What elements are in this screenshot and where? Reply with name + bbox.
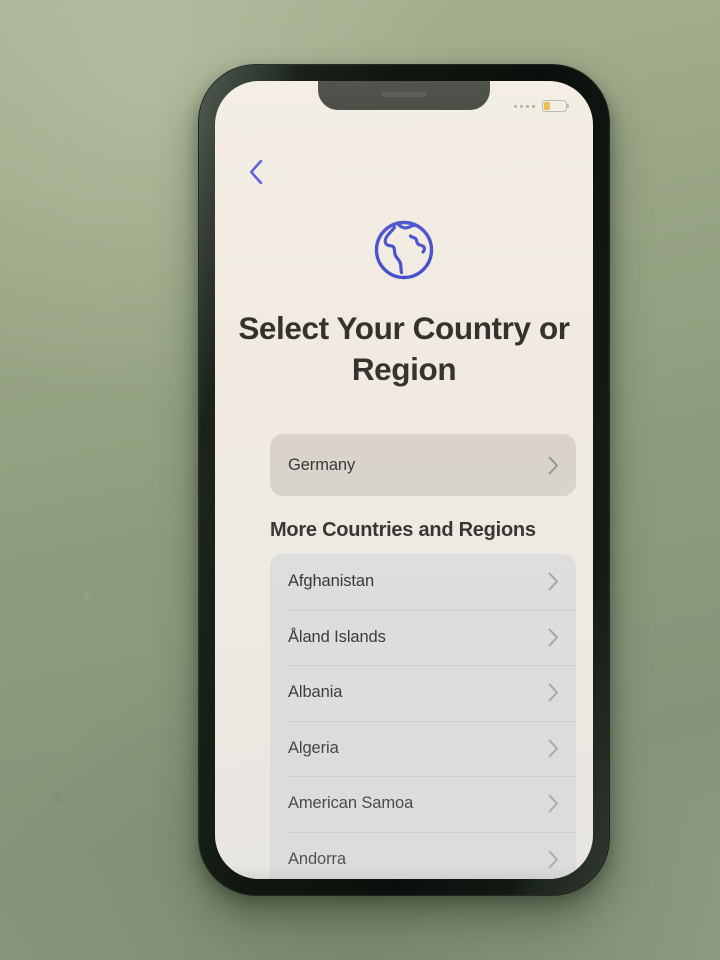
chevron-right-icon [548, 683, 559, 702]
selected-country-label: Germany [288, 455, 356, 474]
country-label: American Samoa [288, 794, 414, 813]
globe-icon [368, 214, 440, 286]
battery-icon [542, 100, 570, 112]
selected-country-row[interactable]: Germany [270, 434, 576, 496]
section-header: More Countries and Regions [270, 519, 536, 541]
country-label: Algeria [288, 738, 339, 757]
display-notch [318, 81, 490, 110]
back-button[interactable] [243, 159, 269, 185]
phone-device: Select Your Country or Region Germany Mo… [198, 64, 610, 896]
battery-fill [544, 102, 550, 110]
chevron-right-icon [548, 572, 559, 591]
list-item[interactable]: Albania [270, 665, 576, 721]
chevron-right-icon [548, 739, 559, 758]
photo-scene: Select Your Country or Region Germany Mo… [0, 0, 720, 960]
phone-screen: Select Your Country or Region Germany Mo… [215, 81, 593, 879]
chevron-right-icon [548, 456, 559, 475]
list-item[interactable]: Algeria [270, 720, 576, 777]
list-item[interactable]: Åland Islands [270, 609, 576, 666]
chevron-right-icon [548, 850, 559, 869]
page-title: Select Your Country or Region [238, 310, 570, 387]
list-item[interactable]: American Samoa [270, 776, 576, 832]
chevron-left-icon [248, 159, 264, 185]
list-item[interactable]: Afghanistan [270, 554, 576, 610]
country-label: Åland Islands [288, 627, 386, 646]
country-label: Afghanistan [288, 572, 375, 591]
earpiece-speaker-icon [381, 92, 427, 97]
country-list: Afghanistan Åland Islands Albania Algeri… [270, 554, 576, 879]
country-label: Albania [288, 683, 343, 702]
list-item[interactable]: Andorra [270, 831, 576, 880]
chevron-right-icon [548, 794, 559, 813]
setup-page-content: Select Your Country or Region Germany Mo… [215, 81, 593, 879]
signal-strength-icon [514, 104, 535, 108]
chevron-right-icon [548, 628, 559, 647]
country-label: Andorra [288, 849, 347, 868]
